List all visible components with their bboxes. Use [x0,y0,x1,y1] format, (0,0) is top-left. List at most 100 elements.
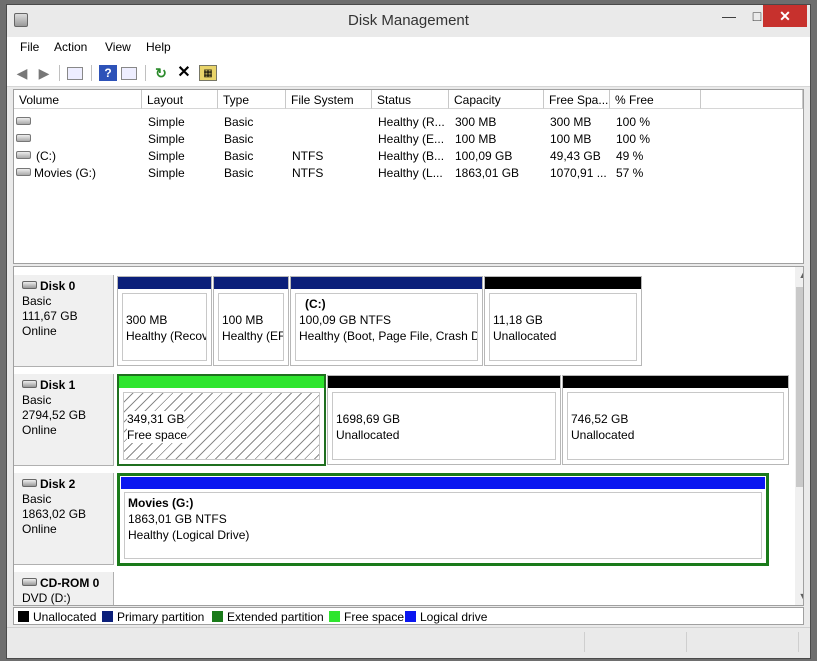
partition-status: Healthy (Recov [126,329,207,343]
volume-pct-free: 100 % [616,115,651,129]
col-type[interactable]: Type [218,90,286,109]
partition-details: (C:) 100,09 GB NTFS Healthy (Boot, Page … [295,293,478,361]
menu-file[interactable]: File [20,40,39,54]
delete-icon[interactable]: ✕ [175,65,193,81]
partition-size: 1863,01 GB NTFS [128,512,227,526]
partition-size: 300 MB [126,313,168,327]
menu-action[interactable]: Action [54,40,87,54]
disk-icon [22,479,37,487]
scroll-up-icon[interactable]: ▲ [795,270,803,280]
disk-state: Online [22,522,57,536]
toolbar: ◀ ▶ ? ↻ ✕ ▦ [7,59,810,87]
properties-icon[interactable] [121,67,137,80]
drive-icon [16,151,31,159]
disk-graphical-view: Disk 0 Basic 111,67 GB Online 300 MB Hea… [13,266,804,606]
minimize-button[interactable]: — [715,5,743,27]
partition-status: Healthy (Boot, Page File, Crash Du [299,329,478,343]
partition-status: Free space [127,427,188,443]
swatch [102,611,113,622]
col-volume[interactable]: Volume [14,90,142,109]
col-percent-free[interactable]: % Free [610,90,701,109]
partition-size: 100,09 GB NTFS [299,313,392,327]
partition-unallocated[interactable]: 1698,69 GB Unallocated [327,375,561,465]
volume-capacity: 300 MB [455,115,497,129]
volume-pct-free: 100 % [616,132,651,146]
vertical-scrollbar[interactable]: ▲ ▼ [795,267,803,605]
console-tree-icon[interactable] [67,67,83,80]
partition-efi[interactable]: 100 MB Healthy (EF [213,276,289,366]
partition-bar [485,277,641,289]
partition-status: Healthy (EF [222,329,284,343]
cdrom-0-label[interactable]: CD-ROM 0 DVD (D:) [14,572,114,605]
partition-unallocated[interactable]: 746,52 GB Unallocated [562,375,789,465]
back-icon[interactable]: ◀ [13,65,31,81]
legend-extended: Extended partition [212,610,324,624]
partition-c[interactable]: (C:) 100,09 GB NTFS Healthy (Boot, Page … [290,276,483,366]
volume-layout: Simple [148,115,185,129]
disk-2-label[interactable]: Disk 2 Basic 1863,02 GB Online [14,473,114,565]
volume-status: Healthy (B... [378,149,445,163]
partition-size: 100 MB [222,313,264,327]
partition-size: 1698,69 GB [336,412,401,426]
scroll-thumb[interactable] [796,287,803,487]
col-blank [701,90,803,109]
disk-icon [22,380,37,388]
volume-capacity: 100 MB [455,132,497,146]
close-button[interactable]: ✕ [763,5,807,27]
disk-name: CD-ROM 0 [22,576,113,591]
scroll-down-icon[interactable]: ▼ [795,591,803,601]
menu-help[interactable]: Help [146,40,171,54]
partition-details: Movies (G:) 1863,01 GB NTFS Healthy (Log… [124,492,762,559]
disk-size: 1863,02 GB [22,507,87,521]
volume-list: Volume Layout Type File System Status Ca… [13,89,804,264]
menu-bar: File Action View Help [7,37,810,59]
partition-details: 300 MB Healthy (Recov [122,293,207,361]
partition-bar [119,376,324,388]
col-capacity[interactable]: Capacity [449,90,544,109]
help-icon[interactable]: ? [99,65,117,81]
volume-layout: Simple [148,132,185,146]
col-free-space[interactable]: Free Spa... [544,90,610,109]
swatch [18,611,29,622]
disk-state: Online [22,324,57,338]
swatch [212,611,223,622]
legend-logical: Logical drive [405,610,487,624]
refresh-icon[interactable]: ↻ [152,65,170,81]
partition-unallocated[interactable]: 11,18 GB Unallocated [484,276,642,366]
partition-status: Healthy (Logical Drive) [128,528,250,542]
drive-icon [16,168,31,176]
partition-free-space[interactable]: 349,31 GB Free space [117,374,326,466]
partition-status: Unallocated [336,428,400,442]
disk-management-window: Disk Management — □ ✕ File Action View H… [6,4,811,659]
toolbar-separator [91,65,92,81]
col-status[interactable]: Status [372,90,449,109]
menu-view[interactable]: View [105,40,131,54]
partition-details: 100 MB Healthy (EF [218,293,284,361]
col-layout[interactable]: Layout [142,90,218,109]
volume-status: Healthy (E... [378,132,445,146]
volume-status: Healthy (R... [378,115,445,129]
status-cell [11,632,585,652]
partition-status: Unallocated [493,329,557,343]
forward-icon[interactable]: ▶ [35,65,53,81]
col-file-system[interactable]: File System [286,90,372,109]
volume-capacity: 1863,01 GB [455,166,520,180]
partition-recovery[interactable]: 300 MB Healthy (Recov [117,276,212,366]
volume-status: Healthy (L... [378,166,443,180]
partition-extended[interactable]: Movies (G:) 1863,01 GB NTFS Healthy (Log… [117,473,769,566]
status-cell [689,632,799,652]
disk-name: Disk 0 [22,279,113,294]
rescan-icon[interactable]: ▦ [199,65,217,81]
partition-details: 11,18 GB Unallocated [489,293,637,361]
disk-1-label[interactable]: Disk 1 Basic 2794,52 GB Online [14,374,114,466]
title-bar[interactable]: Disk Management — □ ✕ [7,5,810,37]
volume-type: Basic [224,149,254,163]
status-bar [7,627,810,657]
volume-fs: NTFS [292,149,324,163]
partition-details: 349,31 GB Free space [123,392,320,460]
volume-free: 1070,91 ... [550,166,607,180]
disk-0-label[interactable]: Disk 0 Basic 111,67 GB Online [14,275,114,367]
partition-size: 11,18 GB [493,313,543,327]
drive-icon [16,117,31,125]
status-cell [587,632,687,652]
